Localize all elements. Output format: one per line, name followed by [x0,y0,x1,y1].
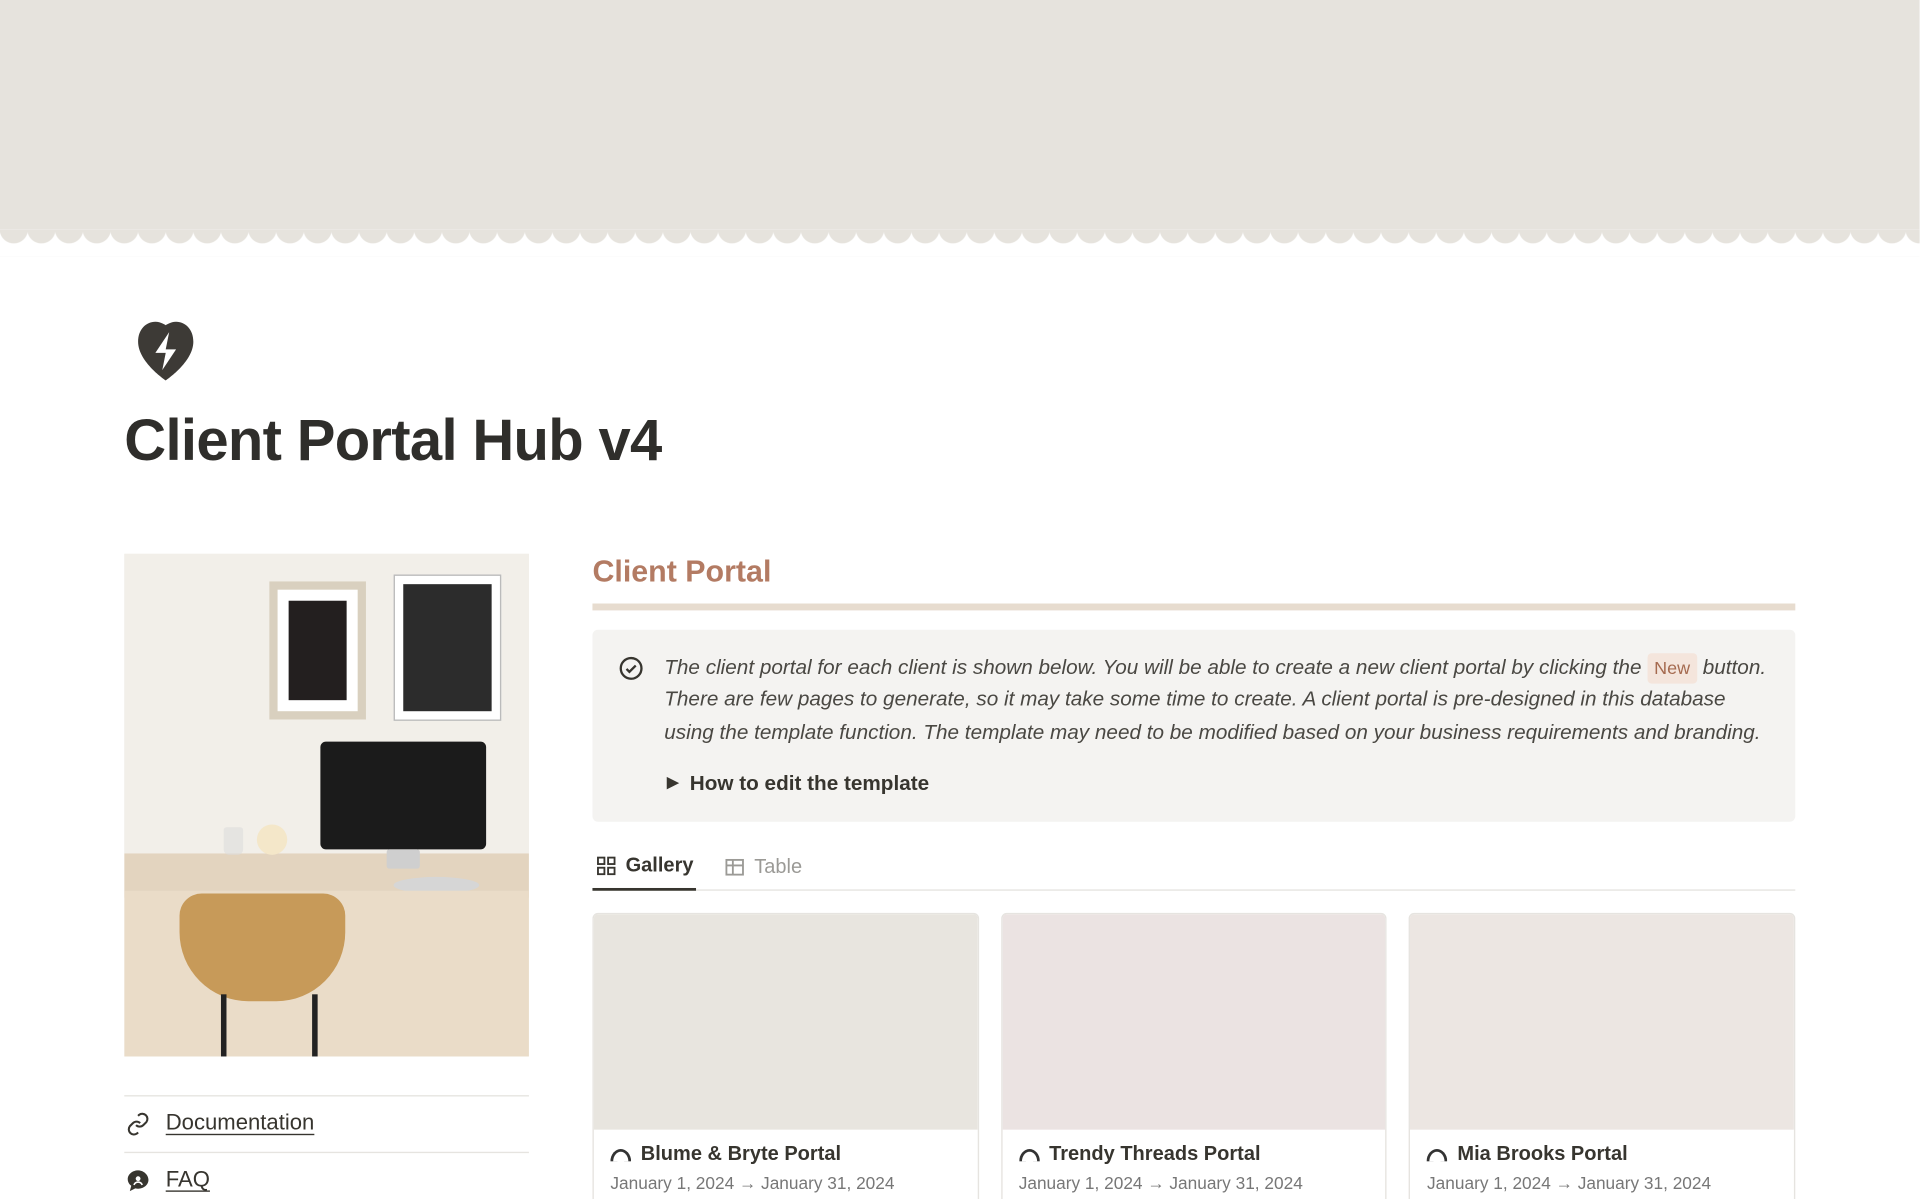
card-date-range: January 1, 2024 → January 31, 2024 [1427,1174,1777,1193]
tab-table[interactable]: Table [721,847,805,890]
card-title: Blume & Bryte Portal [641,1143,841,1165]
callout-block[interactable]: The client portal for each client is sho… [592,630,1795,822]
link-label: FAQ [166,1168,210,1193]
link-icon [124,1110,152,1138]
section-heading[interactable]: Client Portal [592,554,1795,590]
portal-card[interactable]: Blume & Bryte Portal January 1, 2024 → J… [592,913,978,1199]
rainbow-icon [610,1148,631,1160]
portal-card[interactable]: Trendy Threads Portal January 1, 2024 → … [1001,913,1387,1199]
gallery-icon [595,855,617,877]
page-icon-heart-bolt[interactable] [124,308,207,391]
link-label: Documentation [166,1112,315,1137]
portal-card[interactable]: Mia Brooks Portal January 1, 2024 → Janu… [1409,913,1795,1199]
card-title: Trendy Threads Portal [1049,1143,1260,1165]
side-hero-image [124,554,529,1057]
tab-label: Gallery [626,855,694,877]
cover-banner [0,0,1920,242]
gallery-view: Blume & Bryte Portal January 1, 2024 → J… [592,913,1795,1199]
triangle-right-icon: ▶ [667,772,679,796]
side-links-list: Documentation FAQ [124,1095,529,1199]
card-cover [594,914,977,1129]
callout-toggle-label: How to edit the template [690,767,929,799]
tab-label: Table [754,856,802,878]
new-pill: New [1647,653,1697,684]
card-title: Mia Brooks Portal [1457,1143,1627,1165]
table-icon [724,856,746,878]
link-documentation[interactable]: Documentation [124,1095,529,1152]
callout-toggle[interactable]: ▶ How to edit the template [664,767,1770,799]
card-date-range: January 1, 2024 → January 31, 2024 [1019,1174,1369,1193]
tab-gallery[interactable]: Gallery [592,847,696,891]
database-tabs: Gallery Table [592,847,1795,891]
rainbow-icon [1019,1148,1040,1160]
card-date-range: January 1, 2024 → January 31, 2024 [610,1174,960,1193]
page-title[interactable]: Client Portal Hub v4 [124,407,1795,473]
section-divider [592,603,1795,610]
card-cover [1410,914,1793,1129]
link-faq[interactable]: FAQ [124,1152,529,1199]
callout-text: The client portal for each client is sho… [664,656,1647,679]
chat-icon [124,1167,152,1195]
check-circle-icon [617,655,645,800]
rainbow-icon [1427,1148,1448,1160]
card-cover [1002,914,1385,1129]
